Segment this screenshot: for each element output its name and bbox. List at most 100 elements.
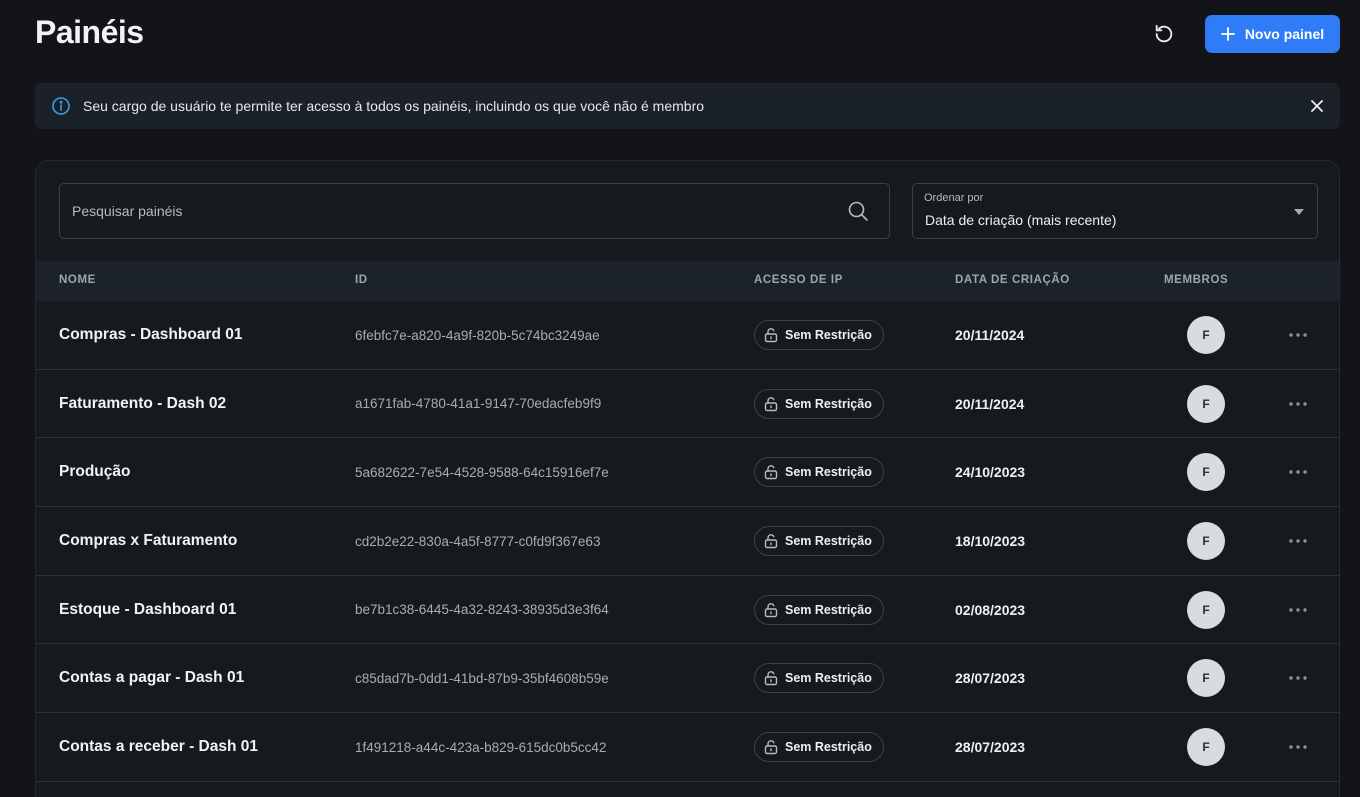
table-row[interactable]: Faturamento - Dash 02 a1671fab-4780-41a1… xyxy=(36,370,1339,439)
table-row[interactable]: Contas a pagar - Dash 01 c85dad7b-0dd1-4… xyxy=(36,644,1339,714)
info-icon xyxy=(51,96,71,116)
more-horizontal-icon xyxy=(1289,676,1307,681)
unlock-icon xyxy=(764,328,778,343)
panel-id: 1f491218-a44c-423a-b829-615dc0b5cc42 xyxy=(355,739,607,755)
close-banner-button[interactable] xyxy=(1306,95,1328,117)
search-input[interactable] xyxy=(60,203,847,219)
close-icon xyxy=(1311,100,1323,112)
search-icon[interactable] xyxy=(847,200,869,222)
sort-label: Ordenar por xyxy=(924,192,984,204)
table-row[interactable]: Estoque - Dashboard 01 be7b1c38-6445-4a3… xyxy=(36,576,1339,645)
search-box xyxy=(59,183,890,239)
more-options-button[interactable] xyxy=(1286,507,1310,575)
ip-access-cell: Sem Restrição xyxy=(754,507,884,575)
created-date: 20/11/2024 xyxy=(955,395,1025,412)
unlock-icon xyxy=(764,396,778,411)
unlock-icon xyxy=(764,534,778,549)
panel-id: be7b1c38-6445-4a32-8243-38935d3e3f64 xyxy=(355,602,609,618)
more-options-button[interactable] xyxy=(1286,301,1310,369)
avatar[interactable]: F xyxy=(1187,453,1225,492)
members-cell: F xyxy=(1187,507,1225,575)
panel-name[interactable]: Compras x Faturamento xyxy=(59,507,237,575)
more-options-button[interactable] xyxy=(1286,370,1310,438)
panel-name[interactable]: Faturamento - Dash 02 xyxy=(59,370,226,438)
members-cell: F xyxy=(1187,644,1225,712)
panel-id: 5a682622-7e54-4528-9588-64c15916ef7e xyxy=(355,464,609,480)
more-options-button[interactable] xyxy=(1286,713,1310,781)
ip-access-label: Sem Restrição xyxy=(785,396,872,411)
table-row[interactable]: Produção 5a682622-7e54-4528-9588-64c1591… xyxy=(36,438,1339,508)
ip-access-label: Sem Restrição xyxy=(785,534,872,549)
column-header-id[interactable]: ID xyxy=(355,274,368,286)
ip-access-badge: Sem Restrição xyxy=(754,320,884,350)
created-date: 24/10/2023 xyxy=(955,464,1026,481)
avatar[interactable]: F xyxy=(1187,316,1225,354)
members-cell: F xyxy=(1187,576,1225,644)
more-horizontal-icon xyxy=(1289,539,1307,543)
panel-name[interactable]: Estoque - Dashboard 01 xyxy=(59,576,236,644)
more-horizontal-icon xyxy=(1289,470,1307,475)
avatar[interactable]: F xyxy=(1187,384,1225,423)
banner-text: Seu cargo de usuário te permite ter aces… xyxy=(83,98,705,114)
panel-name[interactable]: Produção xyxy=(59,438,130,506)
panel-id: c85dad7b-0dd1-41bd-87b9-35bf4608b59e xyxy=(355,670,609,686)
more-horizontal-icon xyxy=(1289,745,1307,749)
ip-access-label: Sem Restrição xyxy=(785,328,872,342)
members-cell: F xyxy=(1187,438,1225,506)
ip-access-cell: Sem Restrição xyxy=(754,301,884,369)
created-date: 02/08/2023 xyxy=(955,601,1026,618)
column-header-members[interactable]: MEMBROS xyxy=(1164,274,1228,286)
panel-name[interactable]: Contas a pagar - Dash 01 xyxy=(59,644,244,712)
column-header-ip-access[interactable]: ACESSO DE IP xyxy=(754,274,843,286)
ip-access-label: Sem Restrição xyxy=(785,671,872,686)
ip-access-label: Sem Restrição xyxy=(785,465,872,480)
ip-access-cell: Sem Restrição xyxy=(754,438,884,506)
ip-access-label: Sem Restrição xyxy=(785,740,872,755)
panel-id: cd2b2e22-830a-4a5f-8777-c0fd9f367e63 xyxy=(355,533,601,549)
unlock-icon xyxy=(764,465,778,480)
plus-icon xyxy=(1220,27,1235,41)
panel-name[interactable]: Contas a receber - Dash 01 xyxy=(59,713,258,781)
panel-name[interactable]: Compras - Dashboard 01 xyxy=(59,301,242,369)
table-header: NOME ID ACESSO DE IP DATA DE CRIAÇÃO MEM… xyxy=(36,261,1339,301)
sort-select[interactable]: Ordenar por Data de criação (mais recent… xyxy=(912,183,1318,239)
more-horizontal-icon xyxy=(1289,608,1307,612)
refresh-icon xyxy=(1155,24,1173,43)
created-date: 28/07/2023 xyxy=(955,739,1026,756)
avatar[interactable]: F xyxy=(1187,522,1225,561)
page: Painéis Novo painel Seu cargo de usuário… xyxy=(0,0,1360,797)
more-horizontal-icon xyxy=(1289,401,1307,406)
panel-id: 6febfc7e-a820-4a9f-820b-5c74bc3249ae xyxy=(355,327,600,343)
more-options-button[interactable] xyxy=(1286,644,1310,712)
avatar[interactable]: F xyxy=(1187,728,1225,767)
ip-access-cell: Sem Restrição xyxy=(754,576,884,644)
table-row[interactable]: Contas a receber - Dash 01 1f491218-a44c… xyxy=(36,713,1339,782)
panel-id: a1671fab-4780-41a1-9147-70edacfeb9f9 xyxy=(355,396,602,412)
refresh-button[interactable] xyxy=(1148,18,1180,50)
page-title: Painéis xyxy=(35,14,144,50)
ip-access-cell: Sem Restrição xyxy=(754,644,884,712)
ip-access-badge: Sem Restrição xyxy=(754,663,884,694)
column-header-name[interactable]: NOME xyxy=(59,274,96,286)
ip-access-badge: Sem Restrição xyxy=(754,388,884,419)
more-horizontal-icon xyxy=(1289,333,1307,337)
ip-access-badge: Sem Restrição xyxy=(754,457,884,488)
table-row[interactable]: Compras - Dashboard 01 6febfc7e-a820-4a9… xyxy=(36,301,1339,370)
avatar[interactable]: F xyxy=(1187,590,1225,629)
unlock-icon xyxy=(764,740,778,755)
unlock-icon xyxy=(764,671,778,686)
ip-access-label: Sem Restrição xyxy=(785,602,872,617)
new-panel-button[interactable]: Novo painel xyxy=(1205,15,1340,53)
members-cell: F xyxy=(1187,301,1225,369)
table-row[interactable]: Compras x Faturamento cd2b2e22-830a-4a5f… xyxy=(36,507,1339,576)
info-banner: Seu cargo de usuário te permite ter aces… xyxy=(35,83,1340,129)
column-header-created[interactable]: DATA DE CRIAÇÃO xyxy=(955,274,1070,286)
created-date: 20/11/2024 xyxy=(955,327,1025,343)
chevron-down-icon xyxy=(1293,207,1305,217)
avatar[interactable]: F xyxy=(1187,659,1225,698)
more-options-button[interactable] xyxy=(1286,438,1310,506)
created-date: 18/10/2023 xyxy=(955,533,1026,550)
table-body: Compras - Dashboard 01 6febfc7e-a820-4a9… xyxy=(36,301,1339,782)
ip-access-cell: Sem Restrição xyxy=(754,370,884,438)
more-options-button[interactable] xyxy=(1286,576,1310,644)
